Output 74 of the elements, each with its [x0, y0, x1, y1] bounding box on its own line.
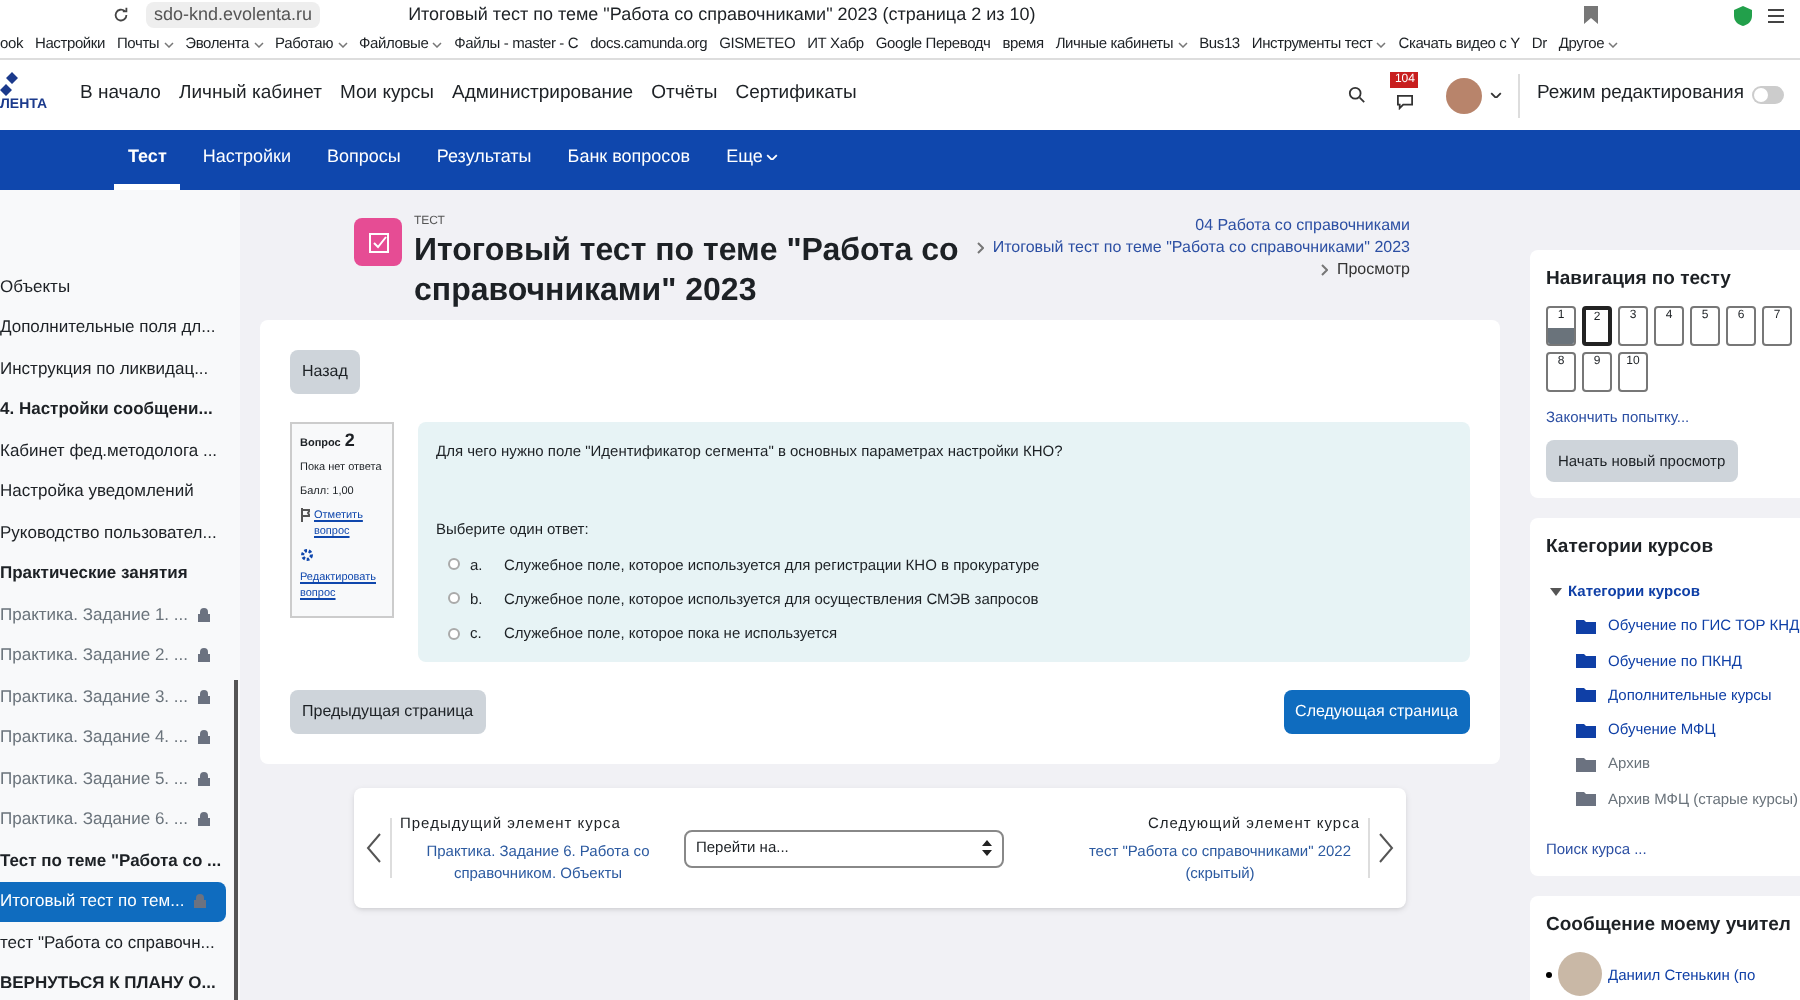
chevron-icon: [1320, 263, 1329, 275]
sort-arrows-icon: [982, 840, 992, 856]
breadcrumb-link[interactable]: Итоговый тест по теме "Работа со справочниками" 2023: [992, 236, 1410, 258]
lock-icon: [198, 730, 210, 745]
nav-tab[interactable]: Банк вопросов: [553, 130, 705, 190]
nav-link[interactable]: В начало: [80, 80, 161, 110]
card-title: Категории курсов: [1546, 533, 1716, 562]
bullet-icon: [1546, 971, 1552, 978]
card-title: Сообщение моему учител: [1546, 912, 1793, 940]
lock-icon: [198, 812, 210, 827]
lock-icon: [194, 894, 207, 909]
edit-mode-label: Режим редактирования: [1536, 80, 1744, 109]
search-icon[interactable]: [1348, 86, 1367, 104]
card-title: Навигация по тесту: [1546, 266, 1733, 294]
page-title: Итоговый тест по теме "Работа со справочниками" 2023: [414, 232, 961, 312]
course-index-item[interactable]: Инструкция по ликвидац...: [0, 348, 226, 389]
course-index-item[interactable]: Настройка уведомлений: [0, 471, 226, 512]
quiz-icon: [354, 218, 402, 266]
next-page-button[interactable]: Следующая страница: [1283, 690, 1470, 734]
course-index-item[interactable]: Практика. Задание 4. ...: [0, 717, 226, 758]
course-index-item[interactable]: Объекты: [0, 266, 226, 307]
radio-button[interactable]: [448, 627, 460, 640]
nav-link[interactable]: Мои курсы: [339, 80, 434, 110]
course-index-item[interactable]: Практика. Задание 5. ...: [0, 758, 226, 799]
radio-button[interactable]: [448, 558, 460, 571]
course-index-item[interactable]: ВЕРНУТЬСЯ К ПЛАНУ О...: [0, 963, 226, 1000]
back-button[interactable]: Назад: [290, 350, 360, 394]
chat-icon[interactable]: [1396, 93, 1415, 109]
nav-link[interactable]: Администрирование: [451, 80, 634, 110]
expand-caret-icon[interactable]: [1550, 587, 1562, 596]
course-index-item[interactable]: Тест по теме "Работа со ...: [0, 840, 226, 881]
nav-link[interactable]: Отчёты: [651, 80, 718, 110]
nav-tab[interactable]: Вопросы: [313, 130, 415, 190]
question-number: 2: [344, 432, 355, 448]
address-field[interactable]: sdo-knd.evolenta.ru: [146, 2, 321, 28]
lock-icon: [198, 607, 210, 622]
course-index-item[interactable]: Практика. Задание 3. ...: [0, 676, 226, 717]
gear-icon: [300, 548, 314, 562]
shield-icon[interactable]: [1734, 5, 1752, 25]
refresh-icon[interactable]: [112, 6, 130, 24]
nav-tab[interactable]: Настройки: [188, 130, 305, 190]
course-index-item[interactable]: Дополнительные поля дл...: [0, 307, 226, 348]
bookmark-icon[interactable]: [1584, 6, 1598, 24]
course-index-item[interactable]: тест "Работа со справочн...: [0, 922, 226, 963]
radio-button[interactable]: [448, 592, 460, 605]
menu-icon[interactable]: [1768, 7, 1784, 23]
lock-icon: [198, 689, 210, 704]
caret-icon[interactable]: [1490, 91, 1503, 99]
course-index-item[interactable]: Итоговый тест по тем...: [0, 881, 226, 922]
course-index-item[interactable]: Руководство пользовател...: [0, 512, 226, 553]
previous-page-button[interactable]: Предыдущая страница: [290, 690, 486, 734]
breadcrumb-text: Просмотр: [1336, 258, 1410, 280]
edit-mode-toggle[interactable]: [1752, 86, 1784, 104]
scrollbar[interactable]: [234, 680, 238, 1000]
nav-tab[interactable]: Еще: [712, 130, 793, 190]
logo-icon: [0, 72, 24, 97]
avatar: [1558, 952, 1602, 997]
course-index-item[interactable]: Практика. Задание 6. ...: [0, 799, 226, 840]
breadcrumb-link[interactable]: 04 Работа со справочниками: [1195, 214, 1410, 236]
nav-link[interactable]: Сертификаты: [735, 80, 857, 110]
course-index-item[interactable]: 4. Настройки сообщени...: [0, 389, 226, 430]
flag-icon: [300, 508, 310, 522]
chevron-right-icon[interactable]: [1378, 832, 1394, 864]
course-index-item[interactable]: Практика. Задание 1. ...: [0, 594, 226, 635]
nav-tab[interactable]: Результаты: [422, 130, 546, 190]
chevron-icon: [976, 241, 985, 253]
lock-icon: [198, 648, 210, 663]
tab-title: Итоговый тест по теме "Работа со справочниками" 2023 (страница 2 из 10): [408, 1, 1036, 28]
chevron-left-icon[interactable]: [366, 832, 382, 864]
nav-link[interactable]: Личный кабинет: [178, 80, 322, 110]
lock-icon: [198, 771, 210, 786]
course-index-item[interactable]: Практические занятия: [0, 553, 226, 594]
course-index-item[interactable]: Кабинет фед.методолога ...: [0, 430, 226, 471]
course-index-item[interactable]: Практика. Задание 2. ...: [0, 635, 226, 676]
